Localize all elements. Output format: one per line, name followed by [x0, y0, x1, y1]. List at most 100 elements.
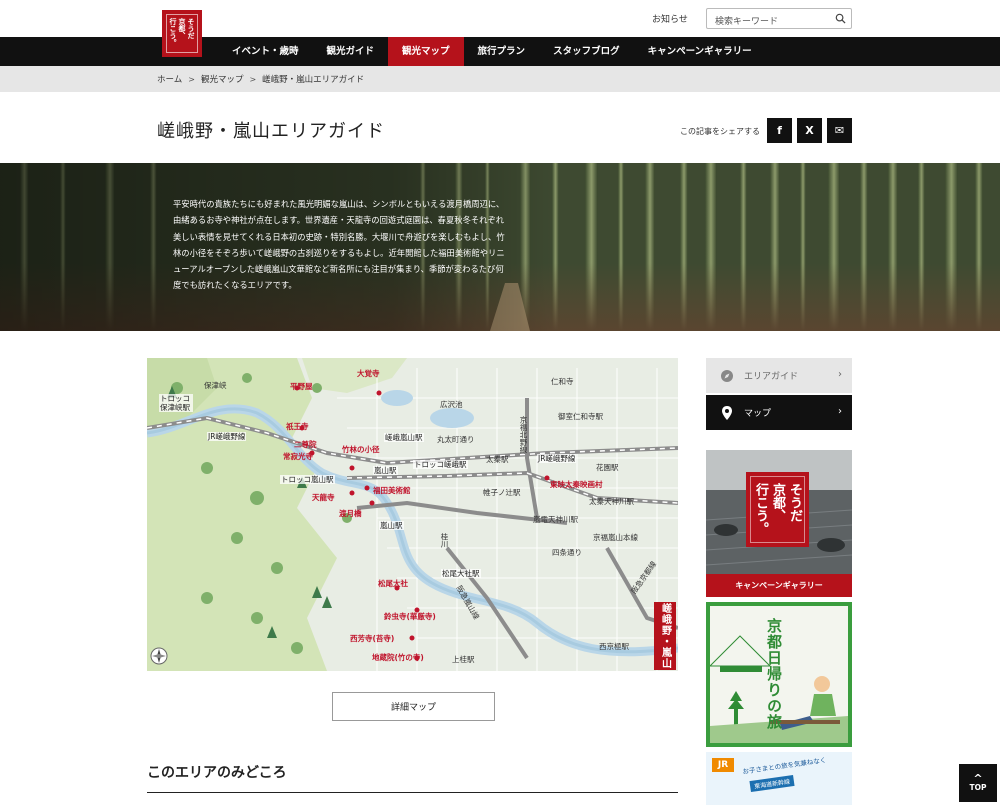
map-station-label: トロッコ嵐山駅: [280, 475, 335, 484]
map-spot-label[interactable]: 東映太秦映画村: [550, 480, 603, 489]
sidebar-item-label: マップ: [744, 409, 772, 419]
share-label: この記事をシェアする: [680, 127, 760, 136]
map-station-label: JR嵯峨野線: [207, 432, 247, 441]
map-spot-label[interactable]: 西芳寺(苔寺): [350, 634, 394, 643]
sidebar-item-map[interactable]: マップ ›: [706, 395, 852, 430]
sidebar-item-area-guide[interactable]: エリアガイド ›: [706, 358, 852, 393]
chevron-right-icon: >: [188, 74, 195, 84]
sidebar-item-label: エリアガイド: [744, 372, 799, 382]
logo-text: そうだ 京都、 行こう。: [166, 14, 198, 53]
global-nav: イベント・歳時 観光ガイド 観光マップ 旅行プラン スタッフブログ キャンペーン…: [0, 37, 1000, 66]
notice-link[interactable]: お知らせ: [652, 12, 688, 25]
logo-line: 京都、: [178, 18, 187, 39]
compass-icon: [720, 369, 734, 383]
map-spot-label[interactable]: 大覚寺: [357, 369, 380, 378]
x-share-button[interactable]: X: [797, 118, 822, 143]
nav-item-gallery[interactable]: キャンペーンギャラリー: [634, 37, 766, 66]
map-place-label: 四条通り: [552, 548, 582, 557]
breadcrumb: ホーム > 観光マップ > 嵯峨野・嵐山エリアガイド: [0, 66, 1000, 92]
map-spot-label[interactable]: 二尊院: [294, 440, 317, 449]
breadcrumb-map[interactable]: 観光マップ: [201, 73, 244, 85]
banner-title: 京都日帰りの旅: [765, 618, 783, 730]
search-icon[interactable]: [835, 13, 846, 24]
facebook-icon: f: [777, 124, 782, 137]
map-station-label: 嵯峨嵐山駅: [384, 433, 424, 442]
map-spot-label[interactable]: 渡月橋: [339, 509, 362, 518]
map-place-label: 帷子ノ辻駅: [483, 488, 521, 497]
breadcrumb-current: 嵯峨野・嵐山エリアガイド: [262, 75, 365, 85]
map-spot-label[interactable]: 天龍寺: [312, 493, 335, 502]
map-place-label: 太秦駅: [486, 455, 509, 464]
jr-logo: JR: [712, 758, 734, 772]
hero-description: 平安時代の貴族たちにも好まれた風光明媚な嵐山は、シンボルともいえる渡月橋周辺に、…: [173, 199, 505, 291]
day-trip-banner[interactable]: 京都日帰りの旅: [706, 602, 852, 747]
map-place-label: 花園駅: [596, 463, 619, 472]
map-place-label: 太秦天神川駅: [589, 497, 634, 506]
back-to-top-button[interactable]: ^ TOP: [959, 764, 997, 802]
nav-item-plan[interactable]: 旅行プラン: [464, 37, 540, 66]
logo-line: 行こう。: [753, 483, 768, 535]
campaign-logo: そうだ 京都、 行こう。: [746, 472, 809, 547]
map-place-label: 京福嵐山本線: [593, 533, 638, 542]
map-spot-label[interactable]: 祇王寺: [286, 422, 309, 431]
logo-line: 京都、: [770, 483, 785, 522]
banner-tag: 東海道新幹線: [749, 774, 795, 793]
hero-image: 平安時代の貴族たちにも好まれた風光明媚な嵐山は、シンボルともいえる渡月橋周辺に、…: [0, 163, 1000, 331]
map-spot-label[interactable]: 常寂光寺: [283, 452, 313, 461]
map-place-label: 丸太町通り: [437, 435, 475, 444]
area-map[interactable]: 平野屋 大覚寺 祇王寺 二尊院 常寂光寺 竹林の小径 天龍寺 福田美術館 渡月橋…: [147, 358, 678, 671]
banner-caption: キャンペーンギャラリー: [706, 574, 852, 597]
map-spot-label[interactable]: 地蔵院(竹の寺): [372, 653, 424, 662]
map-place-label: 御室仁和寺駅: [558, 412, 603, 421]
chevron-right-icon: ›: [838, 406, 842, 417]
campaign-gallery-banner[interactable]: そうだ 京都、 行こう。 キャンペーンギャラリー: [706, 450, 852, 597]
mail-share-button[interactable]: ✉: [827, 118, 852, 143]
map-place-label: 広沢池: [440, 400, 463, 409]
map-spot-label[interactable]: 平野屋: [290, 382, 313, 391]
mail-icon: ✉: [834, 124, 845, 137]
map-spot-label[interactable]: 鈴虫寺(華厳寺): [384, 612, 436, 621]
map-station-label: 嵐山駅: [379, 521, 404, 530]
map-place-label: 西京極駅: [599, 642, 629, 651]
top-label: TOP: [969, 783, 987, 792]
map-station-label: 松尾大社駅: [441, 569, 481, 578]
map-station-label: トロッコ嵯峨駅: [413, 460, 468, 469]
section-title: このエリアのみどころ: [147, 765, 287, 781]
map-place-label: 嵐電天神川駅: [533, 515, 578, 524]
nav-item-guide[interactable]: 観光ガイド: [313, 37, 389, 66]
map-station-label: JR嵯峨野線: [537, 454, 577, 463]
search-input[interactable]: [707, 12, 827, 32]
search-box: [706, 8, 852, 32]
map-place-label: 上桂駅: [452, 655, 475, 664]
map-spot-label[interactable]: 竹林の小径: [342, 445, 380, 454]
chevron-right-icon: ›: [838, 369, 842, 380]
site-header: そうだ 京都、 行こう。 お知らせ: [0, 0, 1000, 57]
chevron-right-icon: >: [249, 74, 257, 84]
jr-tokai-banner[interactable]: JR お子さまとの旅を気兼ねなく 東海道新幹線: [706, 752, 852, 805]
map-place-label: 保津峡: [204, 381, 227, 390]
map-spot-label[interactable]: 松尾大社: [378, 579, 408, 588]
map-place-label: 京福北野線: [519, 416, 528, 454]
detail-map-button[interactable]: 詳細マップ: [332, 692, 495, 721]
site-logo[interactable]: そうだ 京都、 行こう。: [162, 10, 202, 57]
map-station-label: 嵐山駅: [373, 466, 398, 475]
map-graphic: [147, 358, 678, 671]
breadcrumb-home[interactable]: ホーム: [157, 73, 182, 85]
map-area-badge: 嵯峨野・嵐山: [654, 602, 676, 670]
logo-line: 行こう。: [169, 18, 178, 46]
nav-item-events[interactable]: イベント・歳時: [218, 37, 313, 66]
map-station-label: トロッコ保津峡駅: [159, 394, 193, 412]
banner-text: お子さまとの旅を気兼ねなく: [741, 756, 827, 776]
nav-item-blog[interactable]: スタッフブログ: [539, 37, 634, 66]
map-place-label: 桂川: [440, 533, 449, 548]
logo-line: そうだ: [787, 483, 802, 522]
map-place-label: 仁和寺: [551, 377, 574, 386]
nav-item-map[interactable]: 観光マップ: [388, 37, 464, 66]
x-icon: X: [805, 124, 814, 137]
map-spot-label[interactable]: 福田美術館: [373, 486, 411, 495]
logo-line: そうだ: [187, 18, 196, 39]
section-divider: [147, 792, 678, 793]
map-pin-icon: [720, 405, 734, 420]
page-title: 嵯峨野・嵐山エリアガイド: [157, 121, 385, 142]
facebook-share-button[interactable]: f: [767, 118, 792, 143]
